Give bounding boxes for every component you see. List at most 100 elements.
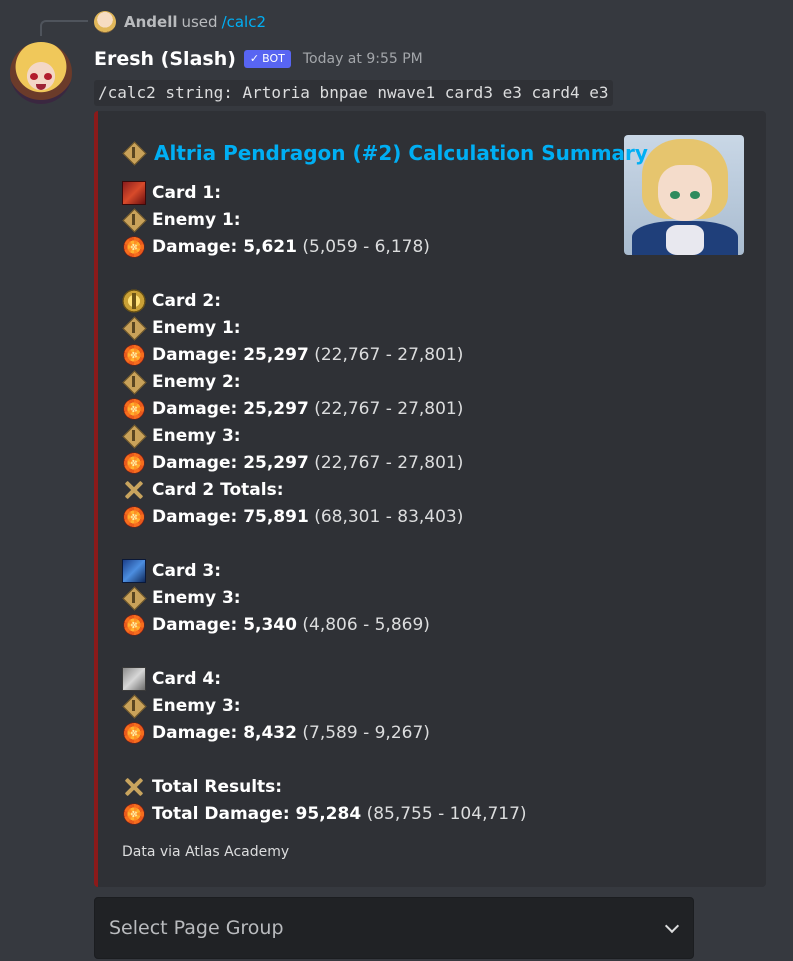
line-range: (85,755 - 104,717) [366,804,527,824]
line-label: Card 4: [152,669,222,689]
embed-line-text: Enemy 1: [152,210,241,230]
line-label: Card 2: [152,291,222,311]
chevron-down-icon[interactable] [665,921,679,935]
line-value: 25,297 [243,399,309,419]
line-label: Card 3: [152,561,222,581]
line-label: Enemy 3: [152,588,241,608]
embed-line: Card 2 Totals: [122,478,284,502]
damage-burst-icon [122,505,146,529]
line-label: Enemy 3: [152,426,241,446]
embed-line: Enemy 2: [122,370,241,394]
embed: Altria Pendragon (#2) Calculation Summar… [94,111,766,887]
embed-line-text: Damage: 8,432 (7,589 - 9,267) [152,723,430,743]
embed-line: Card 2: [122,289,221,313]
line-value: 8,432 [243,723,297,743]
line-range: (22,767 - 27,801) [314,453,464,473]
embed-line: Damage: 75,891 (68,301 - 83,403) [122,505,463,529]
line-label: Damage: [152,507,244,527]
embed-line: Enemy 1: [122,316,241,340]
reply-context[interactable]: Andell used /calc2 [94,10,266,34]
arts-card-icon [122,181,146,205]
author-name[interactable]: Eresh (Slash) [94,48,236,70]
message-header: Eresh (Slash) ✓ BOT Today at 9:55 PM [94,44,423,74]
embed-line-text: Card 2 Totals: [152,480,284,500]
damage-burst-icon [122,802,146,826]
enemy-diamond-icon [122,208,146,232]
crossed-swords-icon [122,478,146,502]
line-label: Card 2 Totals: [152,480,284,500]
embed-line-text: Enemy 3: [152,696,241,716]
buster-card-icon [122,559,146,583]
line-label: Damage: [152,345,244,365]
crossed-swords-icon [122,775,146,799]
damage-burst-icon [122,613,146,637]
line-label: Total Damage: [152,804,296,824]
select-placeholder: Select Page Group [109,917,284,939]
enemy-diamond-icon [122,424,146,448]
extra-card-icon [122,667,146,691]
line-label: Damage: [152,237,244,257]
embed-line: Damage: 25,297 (22,767 - 27,801) [122,397,463,421]
page-group-select[interactable]: Select Page Group [94,897,694,959]
line-label: Enemy 1: [152,210,241,230]
embed-line: Card 3: [122,559,221,583]
embed-title-text[interactable]: Altria Pendragon (#2) Calculation Summar… [154,141,648,165]
embed-line-text: Damage: 75,891 (68,301 - 83,403) [152,507,463,527]
line-value: 75,891 [243,507,309,527]
bot-tag: ✓ BOT [243,50,291,68]
line-value: 5,621 [243,237,297,257]
embed-line: Card 4: [122,667,221,691]
line-label: Enemy 3: [152,696,241,716]
embed-line-text: Card 3: [152,561,221,581]
line-label: Enemy 1: [152,318,241,338]
reply-username[interactable]: Andell [124,13,177,31]
embed-line: Enemy 3: [122,586,241,610]
damage-burst-icon [122,451,146,475]
line-label: Damage: [152,453,244,473]
reply-avatar[interactable] [94,11,116,33]
embed-line-text: Enemy 2: [152,372,241,392]
embed-line-text: Card 1: [152,183,221,203]
enemy-diamond-icon [122,370,146,394]
line-range: (22,767 - 27,801) [314,345,464,365]
embed-line-text: Enemy 3: [152,426,241,446]
embed-title[interactable]: Altria Pendragon (#2) Calculation Summar… [122,139,648,167]
damage-burst-icon [122,397,146,421]
np-diamond-icon [122,141,146,165]
embed-line: Enemy 3: [122,424,241,448]
line-range: (68,301 - 83,403) [314,507,464,527]
embed-line: Enemy 3: [122,694,241,718]
embed-line: Damage: 25,297 (22,767 - 27,801) [122,343,463,367]
enemy-diamond-icon [122,586,146,610]
embed-line-text: Total Damage: 95,284 (85,755 - 104,717) [152,804,527,824]
embed-footer: Data via Atlas Academy [122,844,290,860]
embed-line-text: Damage: 5,340 (4,806 - 5,869) [152,615,430,635]
line-label: Card 1: [152,183,222,203]
enemy-diamond-icon [122,316,146,340]
line-value: 5,340 [243,615,297,635]
verified-check-icon: ✓ [249,52,260,65]
line-range: (22,767 - 27,801) [314,399,464,419]
embed-line-text: Card 2: [152,291,221,311]
line-range: (5,059 - 6,178) [302,237,430,257]
reply-command[interactable]: /calc2 [222,13,266,31]
quick-card-icon [122,289,146,313]
embed-line: Total Results: [122,775,282,799]
damage-burst-icon [122,235,146,259]
damage-burst-icon [122,721,146,745]
bot-avatar[interactable] [10,42,72,104]
embed-line-text: Damage: 25,297 (22,767 - 27,801) [152,399,463,419]
enemy-diamond-icon [122,694,146,718]
embed-line: Damage: 8,432 (7,589 - 9,267) [122,721,430,745]
line-range: (7,589 - 9,267) [302,723,430,743]
embed-line: Card 1: [122,181,221,205]
reply-connector [40,20,88,36]
line-label: Total Results: [152,777,283,797]
bot-tag-label: BOT [262,52,285,65]
line-label: Damage: [152,615,244,635]
embed-line-text: Total Results: [152,777,282,797]
embed-line-text: Enemy 3: [152,588,241,608]
message-timestamp[interactable]: Today at 9:55 PM [303,51,423,67]
embed-line-text: Damage: 25,297 (22,767 - 27,801) [152,345,463,365]
embed-line-text: Damage: 25,297 (22,767 - 27,801) [152,453,463,473]
